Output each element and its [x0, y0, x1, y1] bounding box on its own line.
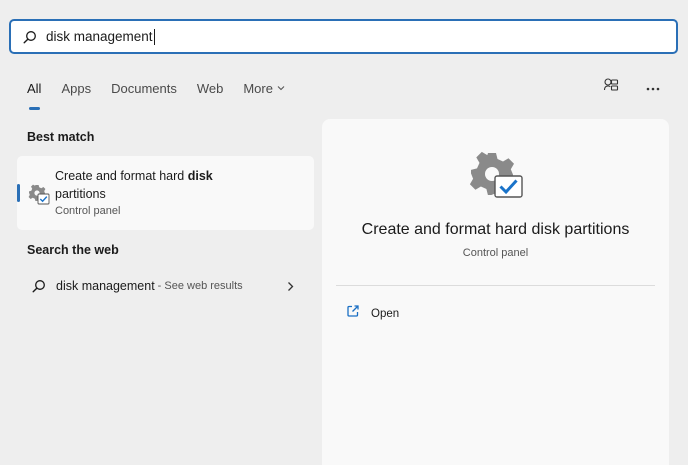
- preview-pane: Create and format hard disk partitions C…: [322, 119, 669, 465]
- web-hint: - See web results: [157, 280, 243, 292]
- toolbar-right: [600, 76, 664, 98]
- open-external-icon: [346, 304, 360, 323]
- active-tab-indicator: [29, 107, 40, 110]
- tab-more[interactable]: More: [243, 78, 285, 98]
- open-action[interactable]: Open: [346, 304, 399, 323]
- tab-label: Apps: [61, 80, 92, 96]
- disk-management-icon: [28, 184, 50, 206]
- tab-label: Documents: [111, 80, 177, 96]
- account-switch-icon: [603, 77, 619, 98]
- best-match-result[interactable]: Create and format hard disk partitions Co…: [17, 156, 314, 230]
- search-web-heading: Search the web: [27, 243, 119, 257]
- text-caret: [153, 28, 155, 45]
- account-switch-button[interactable]: [600, 76, 622, 98]
- tab-documents[interactable]: Documents: [111, 78, 177, 98]
- tab-label: Web: [196, 80, 224, 96]
- search-icon: [22, 29, 38, 45]
- title-highlight: disk: [187, 169, 213, 183]
- web-search-result[interactable]: disk management - See web results: [17, 270, 314, 302]
- search-query: disk management: [46, 29, 153, 44]
- tab-label: More: [243, 80, 273, 96]
- more-options-button[interactable]: [642, 76, 664, 98]
- preview-title: Create and format hard disk partitions: [361, 221, 630, 238]
- best-match-heading: Best match: [27, 130, 95, 144]
- divider: [336, 285, 655, 286]
- tab-all[interactable]: All: [27, 78, 42, 110]
- disk-management-large-icon: [468, 149, 526, 207]
- tab-web[interactable]: Web: [197, 78, 224, 98]
- ellipsis-icon: [646, 78, 660, 96]
- web-query: disk management: [56, 279, 155, 293]
- title-text-line2: partitions: [55, 187, 106, 201]
- search-icon: [31, 278, 47, 294]
- best-match-subtitle: Control panel: [55, 205, 121, 217]
- preview-subtitle: Control panel: [462, 247, 529, 259]
- chevron-right-icon[interactable]: [282, 278, 298, 294]
- tab-apps[interactable]: Apps: [61, 78, 91, 98]
- tab-label: All: [27, 80, 42, 96]
- open-action-label: Open: [371, 307, 400, 320]
- chevron-down-icon: [277, 83, 285, 93]
- search-box[interactable]: disk management: [9, 19, 678, 54]
- title-text: Create and format hard: [55, 169, 188, 183]
- best-match-title: Create and format hard disk partitions: [55, 167, 285, 203]
- search-input[interactable]: disk management: [46, 28, 155, 45]
- selection-indicator: [17, 184, 20, 202]
- filter-tabs: All Apps Documents Web More: [27, 78, 305, 110]
